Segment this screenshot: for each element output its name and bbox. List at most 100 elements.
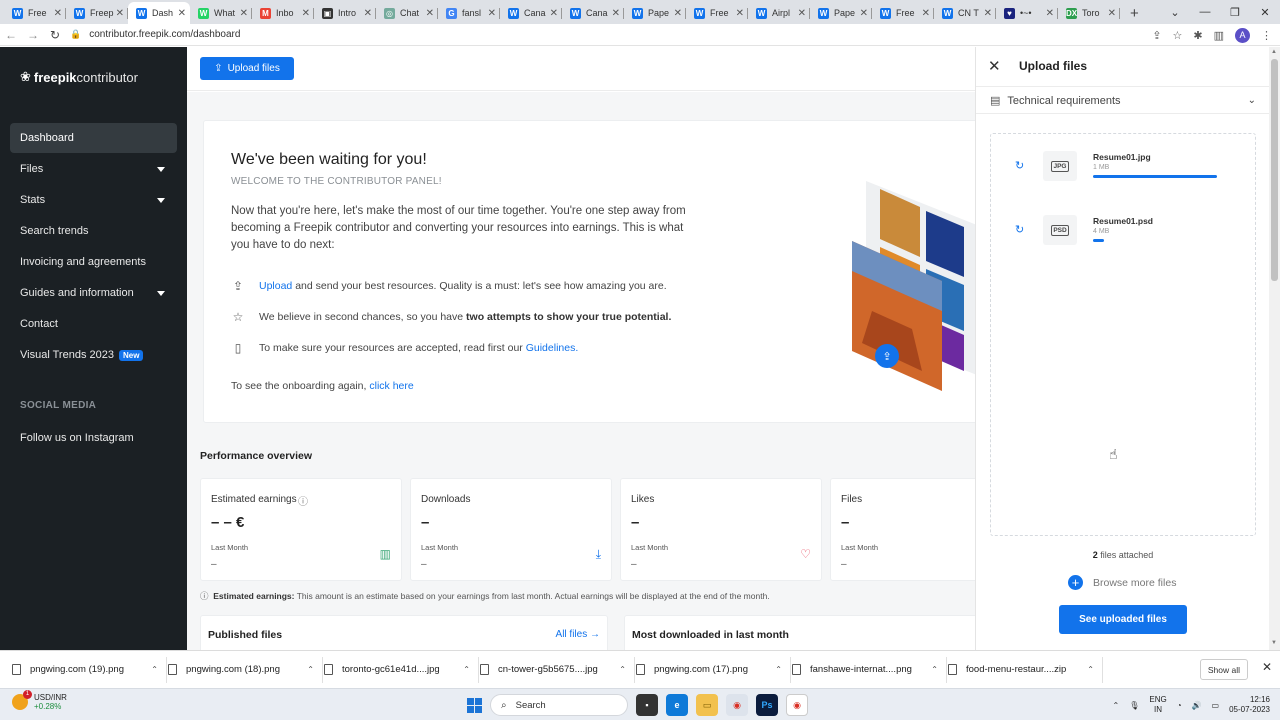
extensions-icon[interactable]: ✱ xyxy=(1193,29,1202,42)
browse-more-files-button[interactable]: + Browse more files xyxy=(1068,575,1176,590)
onboarding-link[interactable]: click here xyxy=(369,380,413,392)
download-item[interactable]: cn-tower-g5b5675....jpg ⌃ xyxy=(480,656,635,683)
tab-close-icon[interactable]: ✕ xyxy=(674,8,682,19)
sidebar-item-search-trends[interactable]: Search trends xyxy=(10,216,177,246)
retry-upload-icon[interactable]: ↻ xyxy=(1015,159,1024,172)
reload-icon[interactable]: ↻ xyxy=(44,28,66,42)
tab-close-icon[interactable]: ✕ xyxy=(1108,8,1116,19)
tab-close-icon[interactable]: ✕ xyxy=(612,8,620,19)
tab-search-icon[interactable]: ⌄ xyxy=(1160,6,1190,19)
browser-tab[interactable]: W CN T ✕ xyxy=(934,2,996,24)
freepik-logo[interactable]: ❀ freepik contributor xyxy=(20,69,138,85)
technical-requirements-toggle[interactable]: ▤ Technical requirements ⌄ xyxy=(976,88,1270,114)
upload-files-button[interactable]: ⇪ Upload files xyxy=(200,57,294,80)
sidepanel-icon[interactable]: ▥ xyxy=(1214,29,1224,42)
chrome-icon[interactable]: ◉ xyxy=(726,694,748,716)
tab-close-icon[interactable]: ✕ xyxy=(426,8,434,19)
close-window-icon[interactable]: ✕ xyxy=(1250,6,1280,19)
tab-close-icon[interactable]: ✕ xyxy=(550,8,558,19)
download-item[interactable]: fanshawe-internat....png ⌃ xyxy=(792,656,947,683)
close-downloads-icon[interactable]: ✕ xyxy=(1262,660,1272,674)
browser-tab[interactable]: W Free ✕ xyxy=(4,2,66,24)
bookmark-star-icon[interactable]: ☆ xyxy=(1173,29,1183,42)
tab-close-icon[interactable]: ✕ xyxy=(302,8,310,19)
tab-close-icon[interactable]: ✕ xyxy=(736,8,744,19)
browser-tab[interactable]: W Airpl ✕ xyxy=(748,2,810,24)
browser-tab[interactable]: W Pape ✕ xyxy=(624,2,686,24)
browser-tab[interactable]: W Free ✕ xyxy=(872,2,934,24)
tab-close-icon[interactable]: ✕ xyxy=(798,8,806,19)
scroll-down-icon[interactable]: ▼ xyxy=(1271,640,1277,646)
forward-icon[interactable]: → xyxy=(22,28,44,42)
chevron-up-icon[interactable]: ⌃ xyxy=(307,665,314,674)
browser-tab[interactable]: W Free ✕ xyxy=(686,2,748,24)
volume-icon[interactable]: 🔊 xyxy=(1192,701,1202,710)
url-field[interactable]: 🔒 contributor.freepik.com/dashboard xyxy=(70,29,240,40)
guidelines-link[interactable]: Guidelines. xyxy=(526,342,579,354)
photoshop-icon[interactable]: Ps xyxy=(756,694,778,716)
browser-tab[interactable]: ◎ Chat ✕ xyxy=(376,2,438,24)
sidebar-item-contact[interactable]: Contact xyxy=(10,309,177,339)
download-item[interactable]: pngwing.com (17).png ⌃ xyxy=(636,656,791,683)
tab-close-icon[interactable]: ✕ xyxy=(1046,8,1054,19)
tab-close-icon[interactable]: ✕ xyxy=(54,8,62,19)
info-icon[interactable]: ⓘ xyxy=(298,493,308,508)
new-tab-button[interactable]: + xyxy=(1120,2,1149,24)
chevron-up-icon[interactable]: ⌃ xyxy=(931,665,938,674)
tab-close-icon[interactable]: ✕ xyxy=(178,8,186,19)
browser-tab[interactable]: M Inbo ✕ xyxy=(252,2,314,24)
tab-close-icon[interactable]: ✕ xyxy=(116,8,124,19)
browser-tab[interactable]: W What ✕ xyxy=(190,2,252,24)
tab-close-icon[interactable]: ✕ xyxy=(860,8,868,19)
see-uploaded-files-button[interactable]: See uploaded files xyxy=(1059,605,1187,634)
retry-upload-icon[interactable]: ↻ xyxy=(1015,223,1024,236)
sidebar-item-visual-trends-2023[interactable]: Visual Trends 2023 New xyxy=(10,340,177,370)
sidebar-item-guides-and-information[interactable]: Guides and information xyxy=(10,278,177,308)
clock[interactable]: 12:16 05-07-2023 xyxy=(1229,695,1270,715)
browser-menu-icon[interactable]: ⋮ xyxy=(1261,29,1272,42)
microphone-icon[interactable]: 🎙 xyxy=(1129,701,1139,710)
stock-widget[interactable]: 1 USD/INR +0.28% xyxy=(12,690,67,711)
upload-link[interactable]: Upload xyxy=(259,280,292,292)
sidebar-item-stats[interactable]: Stats xyxy=(10,185,177,215)
battery-icon[interactable]: ▭ xyxy=(1212,701,1220,710)
scroll-up-icon[interactable]: ▲ xyxy=(1271,49,1277,55)
sidebar-item-invoicing-and-agreements[interactable]: Invoicing and agreements xyxy=(10,247,177,277)
browser-tab[interactable]: Gfansl ✕ xyxy=(438,2,500,24)
browser-tab[interactable]: W Dash ✕ xyxy=(128,2,190,24)
browser-tab[interactable]: W Pape ✕ xyxy=(810,2,872,24)
tab-close-icon[interactable]: ✕ xyxy=(240,8,248,19)
chevron-up-icon[interactable]: ⌃ xyxy=(151,665,158,674)
language-indicator[interactable]: ENG IN xyxy=(1149,695,1166,715)
chevron-up-icon[interactable]: ⌃ xyxy=(775,665,782,674)
sidebar-item-files[interactable]: Files xyxy=(10,154,177,184)
back-icon[interactable]: ← xyxy=(0,28,22,42)
all-files-link[interactable]: All files → xyxy=(556,629,600,640)
start-icon[interactable] xyxy=(467,697,482,713)
scrollbar-thumb[interactable] xyxy=(1271,59,1278,281)
download-item[interactable]: food-menu-restaur....zip ⌃ xyxy=(948,656,1103,683)
tray-overflow-icon[interactable]: ⌃ xyxy=(1113,701,1120,710)
browser-tab[interactable]: ♥ •~• ✕ xyxy=(996,2,1058,24)
download-item[interactable]: pngwing.com (19).png ⌃ xyxy=(12,656,167,683)
tab-close-icon[interactable]: ✕ xyxy=(984,8,992,19)
edge-icon[interactable]: e xyxy=(666,694,688,716)
chrome-profile-icon[interactable]: ◉ xyxy=(786,694,808,716)
browser-tab[interactable]: ▣ Intro ✕ xyxy=(314,2,376,24)
chevron-up-icon[interactable]: ⌃ xyxy=(619,665,626,674)
minimize-icon[interactable]: — xyxy=(1190,6,1220,18)
profile-avatar[interactable]: A xyxy=(1235,27,1250,43)
browser-tab[interactable]: DX Toro ✕ xyxy=(1058,2,1120,24)
instagram-link[interactable]: Follow us on Instagram xyxy=(20,432,134,444)
network-icon[interactable]: ◔ xyxy=(1177,701,1182,710)
tab-close-icon[interactable]: ✕ xyxy=(488,8,496,19)
browser-tab[interactable]: W Cana ✕ xyxy=(562,2,624,24)
tab-close-icon[interactable]: ✕ xyxy=(922,8,930,19)
maximize-icon[interactable]: ❐ xyxy=(1220,6,1250,19)
sidebar-item-dashboard[interactable]: Dashboard xyxy=(10,123,177,153)
download-item[interactable]: pngwing.com (18).png ⌃ xyxy=(168,656,323,683)
file-explorer-icon[interactable]: ▭ xyxy=(696,694,718,716)
close-icon[interactable]: ✕ xyxy=(988,57,1001,75)
download-item[interactable]: toronto-gc61e41d....jpg ⌃ xyxy=(324,656,479,683)
browser-tab[interactable]: W Cana ✕ xyxy=(500,2,562,24)
